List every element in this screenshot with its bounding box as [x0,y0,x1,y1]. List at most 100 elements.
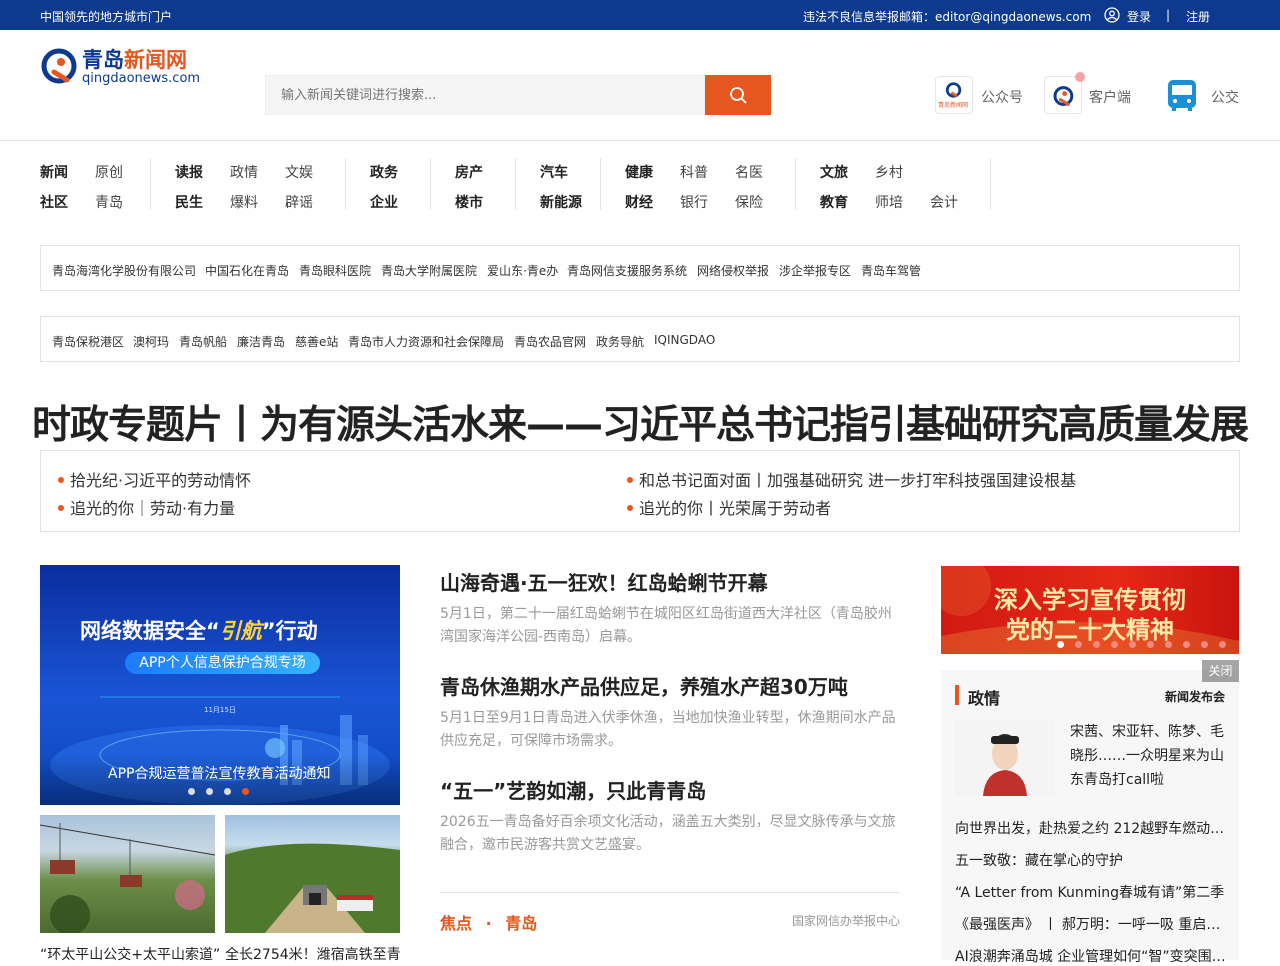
nav-rumor[interactable]: 辟谣 [285,192,313,212]
nav-rural[interactable]: 乡村 [875,162,903,182]
close-banner-button[interactable]: 关闭 [1202,660,1239,682]
report-email-link[interactable]: 违法不良信息举报邮箱：editor@qingdaonews.com [803,8,1091,25]
carousel-dot[interactable] [206,788,213,795]
nav-read-paper[interactable]: 读报 [175,162,203,182]
report-center-link[interactable]: 国家网信办举报中心 [792,912,900,929]
nav-original[interactable]: 原创 [95,162,123,182]
logo-icon[interactable] [40,46,80,86]
related-link[interactable]: 和总书记面对面丨加强基础研究 进一步打牢科技强国建设根基 [627,467,1076,491]
wechat-qr-button[interactable]: 青岛新闻网 [935,76,973,114]
partner-link[interactable]: 青岛网信支援服务系统 [567,262,687,279]
login-link[interactable]: 登录 [1127,8,1151,25]
banner-dot[interactable] [1129,641,1136,648]
thumb-caption[interactable]: “环太平山公交+太平山索道” [40,944,220,964]
panel-news-item[interactable]: AI浪潮奔涌岛城 企业管理如何“智”变突围… [955,946,1225,966]
article-title[interactable]: 青岛休渔期水产品供应足，养殖水产超30万吨 [440,671,848,700]
carousel-dot[interactable] [188,788,195,795]
carousel-caption[interactable]: APP合规运营普法宣传教育活动通知 [108,763,330,783]
feature-photo[interactable] [955,720,1055,796]
partner-link[interactable]: 中国石化在青岛 [205,262,289,279]
article-title[interactable]: “五一”艺韵如潮，只此青青岛 [440,775,706,804]
nav-realestate[interactable]: 房产 [455,162,483,182]
banner-dot[interactable] [1219,641,1226,648]
banner-dot[interactable] [1201,641,1208,648]
nav-auto[interactable]: 汽车 [540,162,568,182]
panel-news-item[interactable]: 向世界出发，赴热爱之约 212越野车燃动… [955,818,1225,838]
search-input[interactable] [265,75,705,115]
thumb-image-cableway[interactable] [40,815,215,933]
related-link[interactable]: 追光的你｜劳动·有力量 [58,495,235,519]
nav-health[interactable]: 健康 [625,162,653,182]
panel-news-item[interactable]: 《最强医声》 丨 郝万明：一呼一吸 重启… [955,914,1225,934]
partner-link[interactable]: 慈善e站 [295,333,338,350]
wechat-label[interactable]: 公众号 [981,87,1023,107]
partner-link[interactable]: IQINGDAO [654,333,715,347]
nav-finance[interactable]: 财经 [625,192,653,212]
headline[interactable]: 时政专题片丨为有源头活水来——习近平总书记指引基础研究高质量发展 [0,394,1280,450]
partner-link[interactable]: 网络侵权举报 [697,262,769,279]
article-title[interactable]: 山海奇遇·五一狂欢！红岛蛤蜊节开幕 [440,567,768,596]
bus-button[interactable] [1163,76,1201,114]
carousel-dot-active[interactable] [242,788,249,795]
search-button[interactable] [705,75,771,115]
feature-carousel[interactable]: 网络数据安全“引航”行动 APP个人信息保护合规专场 11月15日 APP合规运… [40,565,400,805]
thumb-image-tunnel[interactable] [225,815,400,933]
banner-dot[interactable] [1111,641,1118,648]
nav-science[interactable]: 科普 [680,162,708,182]
nav-education[interactable]: 教育 [820,192,848,212]
nav-culture-travel[interactable]: 文旅 [820,162,848,182]
related-link[interactable]: 拾光纪·习近平的劳动情怀 [58,467,251,491]
tab-qingdao[interactable]: 青岛 [505,914,537,933]
banner-dot[interactable] [1165,641,1172,648]
logo-text[interactable]: 青岛新闻网 [82,44,187,74]
partner-link[interactable]: 青岛眼科医院 [299,262,371,279]
nav-tipoff[interactable]: 爆料 [230,192,258,212]
banner-dot[interactable] [1183,641,1190,648]
app-button[interactable] [1044,76,1082,114]
feature-text[interactable]: 宋茜、宋亚轩、陈梦、毛晓彤……一众明星来为山东青岛打call啦 [1070,720,1225,792]
partner-link[interactable]: 青岛保税港区 [52,333,124,350]
carousel-dot[interactable] [224,788,231,795]
promo-banner[interactable]: 深入学习宣传贯彻 党的二十大精神 [941,566,1239,654]
nav-government[interactable]: 政务 [370,162,398,182]
thumb-caption[interactable]: 全长2754米！潍宿高铁至青 [225,944,401,964]
nav-bank[interactable]: 银行 [680,192,708,212]
nav-doctors[interactable]: 名医 [735,162,763,182]
panel-more-link[interactable]: 新闻发布会 [1165,688,1225,705]
banner-dot[interactable] [1093,641,1100,648]
nav-qingdao[interactable]: 青岛 [95,192,123,212]
register-link[interactable]: 注册 [1186,8,1210,25]
partner-link[interactable]: 青岛帆船 [179,333,227,350]
nav-entertainment[interactable]: 文娱 [285,162,313,182]
panel-news-item[interactable]: 五一致敬：藏在掌心的守护 [955,850,1225,870]
partner-link[interactable]: 青岛车驾管 [861,262,921,279]
nav-property-market[interactable]: 楼市 [455,192,483,212]
partner-link[interactable]: 青岛农品官网 [514,333,586,350]
tab-focus[interactable]: 焦点 [440,914,472,933]
partner-link[interactable]: 青岛大学附属医院 [381,262,477,279]
nav-politics[interactable]: 政情 [230,162,258,182]
nav-new-energy[interactable]: 新能源 [540,192,582,212]
nav-accounting[interactable]: 会计 [930,192,958,212]
nav-insurance[interactable]: 保险 [735,192,763,212]
partner-link[interactable]: 青岛市人力资源和社会保障局 [348,333,504,350]
banner-dot[interactable] [1057,641,1064,648]
panel-news-item[interactable]: “A Letter from Kunming春城有请”第二季… [955,882,1225,902]
partner-link[interactable]: 青岛海湾化学股份有限公司 [52,262,196,279]
nav-teacher-training[interactable]: 师培 [875,192,903,212]
nav-news[interactable]: 新闻 [40,162,68,182]
panel-title[interactable]: 政情 [968,685,1000,709]
partner-link[interactable]: 廉洁青岛 [237,333,285,350]
related-link[interactable]: 追光的你丨光荣属于劳动者 [627,495,831,519]
app-label[interactable]: 客户端 [1089,87,1131,107]
partner-link[interactable]: 涉企举报专区 [779,262,851,279]
nav-enterprise[interactable]: 企业 [370,192,398,212]
nav-community[interactable]: 社区 [40,192,68,212]
partner-link[interactable]: 澳柯玛 [133,333,169,350]
banner-dot[interactable] [1147,641,1154,648]
banner-dot[interactable] [1075,641,1082,648]
partner-link[interactable]: 政务导航 [596,333,644,350]
bus-label[interactable]: 公交 [1211,87,1239,107]
nav-livelihood[interactable]: 民生 [175,192,203,212]
partner-link[interactable]: 爱山东·青e办 [487,262,558,279]
